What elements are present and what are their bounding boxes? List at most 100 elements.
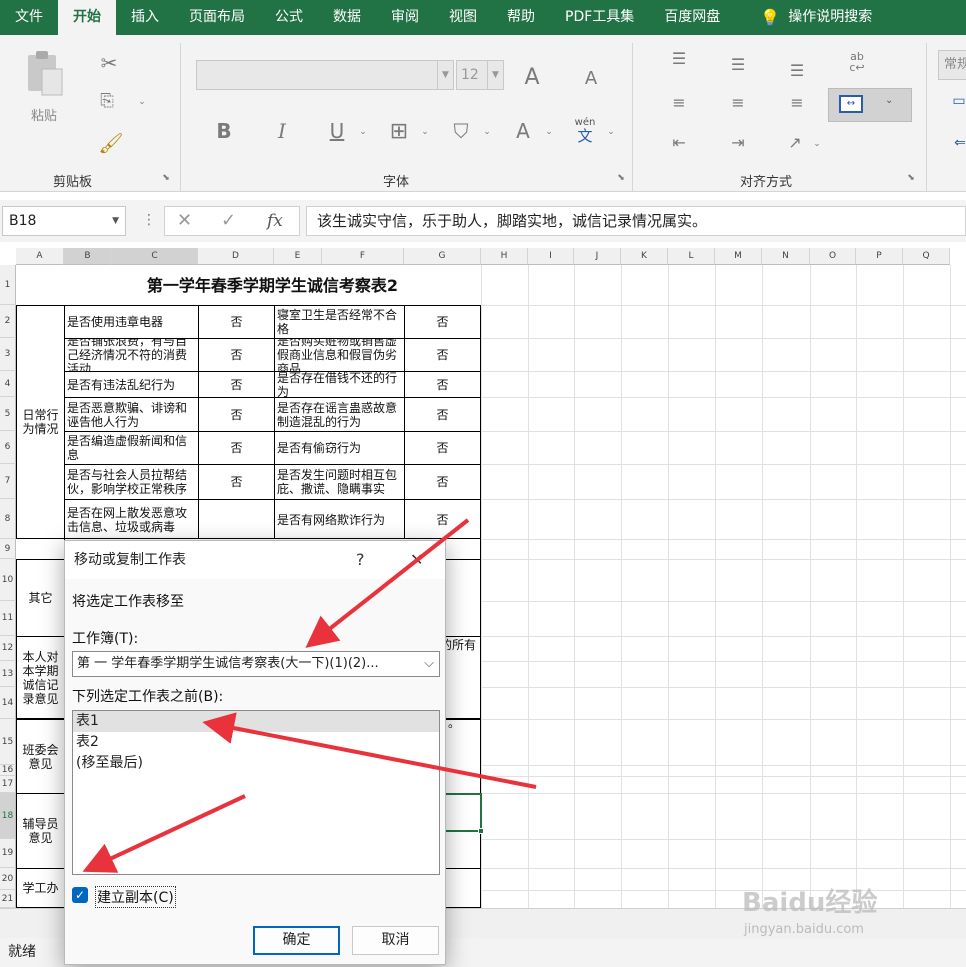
table-cell[interactable]: 是否发生问题时相互包庇、撒谎、隐瞒事实 (274, 464, 405, 500)
table-cell[interactable]: 否 (404, 397, 481, 432)
column-header[interactable]: L (668, 248, 715, 265)
paste-button[interactable]: 粘贴 (22, 47, 66, 127)
table-cell[interactable]: 是否在网上散发恶意攻击信息、垃圾或病毒 (64, 499, 199, 540)
table-cell[interactable]: 是否存在借钱不还的行为 (274, 371, 405, 398)
row-header[interactable]: 4 (0, 371, 16, 397)
copy-dropdown-icon[interactable]: ⌄ (136, 97, 148, 107)
table-cell[interactable]: 是否与社会人员拉帮结伙，影响学校正常秩序 (64, 464, 199, 500)
row-header[interactable]: 6 (0, 431, 16, 464)
border-dropdown-icon[interactable]: ⌄ (420, 127, 430, 137)
column-header[interactable]: O (810, 248, 856, 265)
column-header[interactable]: B (64, 248, 112, 265)
tab-2[interactable]: 插入 (116, 0, 174, 35)
table-cell[interactable]: 否 (404, 431, 481, 465)
row-header[interactable]: 11 (0, 601, 16, 636)
copy-icon[interactable]: ⎘ (94, 91, 120, 111)
phonetic-dropdown-icon[interactable]: ⌄ (606, 127, 616, 137)
middle-align-icon[interactable]: ☰ (727, 55, 749, 74)
table-cell[interactable]: 否 (198, 371, 275, 398)
bold-icon[interactable]: B (212, 119, 236, 143)
tab-8[interactable]: 帮助 (492, 0, 550, 35)
row-header[interactable]: 18 (0, 793, 16, 839)
phonetic-guide-icon[interactable]: wén 文 (570, 117, 600, 144)
tab-4[interactable]: 公式 (260, 0, 318, 35)
column-header[interactable]: N (762, 248, 810, 265)
row-header[interactable]: 1 (0, 265, 16, 305)
sheet-list-item[interactable]: (移至最后) (73, 753, 439, 774)
insert-function-icon[interactable]: fx (267, 211, 283, 231)
formula-bar-grip-icon[interactable]: ⋮ (142, 212, 156, 228)
workbook-select[interactable]: 第 一 学年春季学期学生诚信考察表(大一下)(1)(2)... ⌵ (72, 651, 440, 677)
row-header[interactable]: 8 (0, 499, 16, 539)
row-header[interactable]: 12 (0, 636, 16, 661)
table-cell[interactable]: 否 (404, 464, 481, 500)
font-launcher-icon[interactable]: ⬊ (615, 173, 627, 183)
table-cell[interactable]: 否 (198, 397, 275, 432)
cancel-entry-icon[interactable]: ✕ (177, 210, 192, 231)
bottom-align-icon[interactable]: ☰ (786, 61, 808, 80)
table-cell[interactable]: 是否有偷窃行为 (274, 431, 405, 465)
section-office[interactable]: 学工办 (16, 868, 65, 908)
cut-icon[interactable]: ✂ (96, 51, 122, 75)
section-self[interactable]: 本人对本学期诚信记录意见 (16, 636, 65, 719)
tab-0[interactable]: 文件 (0, 0, 58, 35)
align-left-icon[interactable]: ≡ (668, 93, 690, 112)
row-header[interactable]: 7 (0, 464, 16, 499)
fill-handle[interactable] (478, 828, 484, 834)
close-icon[interactable]: ✕ (410, 541, 423, 579)
align-right-icon[interactable]: ≡ (786, 93, 808, 112)
row-header[interactable]: 5 (0, 397, 16, 431)
clipboard-launcher-icon[interactable]: ⬊ (160, 173, 172, 183)
table-cell[interactable]: 是否恶意欺骗、诽谤和诬告他人行为 (64, 397, 199, 432)
table-cell[interactable]: 是否有网络欺诈行为 (274, 499, 405, 540)
column-header[interactable]: F (322, 248, 404, 265)
table-cell[interactable]: 寝室卫生是否经常不合格 (274, 305, 405, 339)
font-color-icon[interactable]: A (512, 119, 534, 143)
column-header[interactable]: M (715, 248, 762, 265)
table-cell[interactable]: 是否铺张浪费，有与自己经济情况不符的消费活动 (64, 338, 199, 372)
table-cell[interactable]: 否 (404, 338, 481, 372)
column-header[interactable]: G (404, 248, 481, 265)
tab-7[interactable]: 视图 (434, 0, 492, 35)
cancel-button[interactable]: 取消 (352, 926, 439, 955)
section-other[interactable]: 其它 (16, 559, 65, 637)
table-cell[interactable]: 否 (404, 499, 481, 540)
copy-label[interactable]: 建立副本(C) (95, 886, 176, 908)
table-cell[interactable]: 否 (198, 338, 275, 372)
column-header[interactable]: E (274, 248, 322, 265)
border-icon[interactable]: ⊞ (386, 119, 412, 144)
alignment-launcher-icon[interactable]: ⬊ (905, 173, 917, 183)
tab-9[interactable]: PDF工具集 (550, 0, 649, 35)
align-center-icon[interactable]: ≡ (727, 93, 749, 112)
font-size-combo[interactable]: 12 ▼ (456, 60, 504, 90)
table-cell[interactable]: 是否编造虚假新闻和信息 (64, 431, 199, 465)
row-header[interactable]: 21 (0, 890, 16, 908)
tab-1[interactable]: 开始 (58, 0, 116, 35)
orientation-icon[interactable]: ↗ (784, 133, 806, 152)
section-daily[interactable]: 日常行为情况 (16, 305, 65, 539)
help-button[interactable]: ? (356, 541, 365, 579)
row-header[interactable]: 2 (0, 305, 16, 338)
row-header[interactable]: 10 (0, 559, 16, 601)
table-cell[interactable]: 否 (404, 305, 481, 339)
confirm-entry-icon[interactable]: ✓ (221, 210, 236, 231)
percent-icon[interactable]: ⇐ (954, 135, 966, 151)
row-header[interactable]: 13 (0, 661, 16, 687)
column-header[interactable]: H (481, 248, 528, 265)
font-name-combo[interactable]: ▼ (196, 60, 454, 90)
row-header[interactable]: 14 (0, 687, 16, 719)
table-cell[interactable]: 是否有违法乱纪行为 (64, 371, 199, 398)
increase-indent-icon[interactable]: ⇥ (727, 133, 749, 152)
row-header[interactable]: 16 (0, 765, 16, 776)
merge-center-button[interactable]: ↔ ⌄ (828, 88, 912, 122)
grow-font-icon[interactable]: A (520, 65, 544, 90)
tab-5[interactable]: 数据 (318, 0, 376, 35)
column-header[interactable]: I (528, 248, 574, 265)
section-class[interactable]: 班委会意见 (16, 719, 65, 794)
row-header[interactable]: 9 (0, 539, 16, 559)
table-cell[interactable]: 否 (198, 464, 275, 500)
italic-icon[interactable]: I (272, 119, 292, 143)
underline-icon[interactable]: U (326, 119, 348, 143)
sheet-list[interactable]: 表1 表2 (移至最后) (72, 710, 440, 875)
column-header[interactable]: K (621, 248, 668, 265)
